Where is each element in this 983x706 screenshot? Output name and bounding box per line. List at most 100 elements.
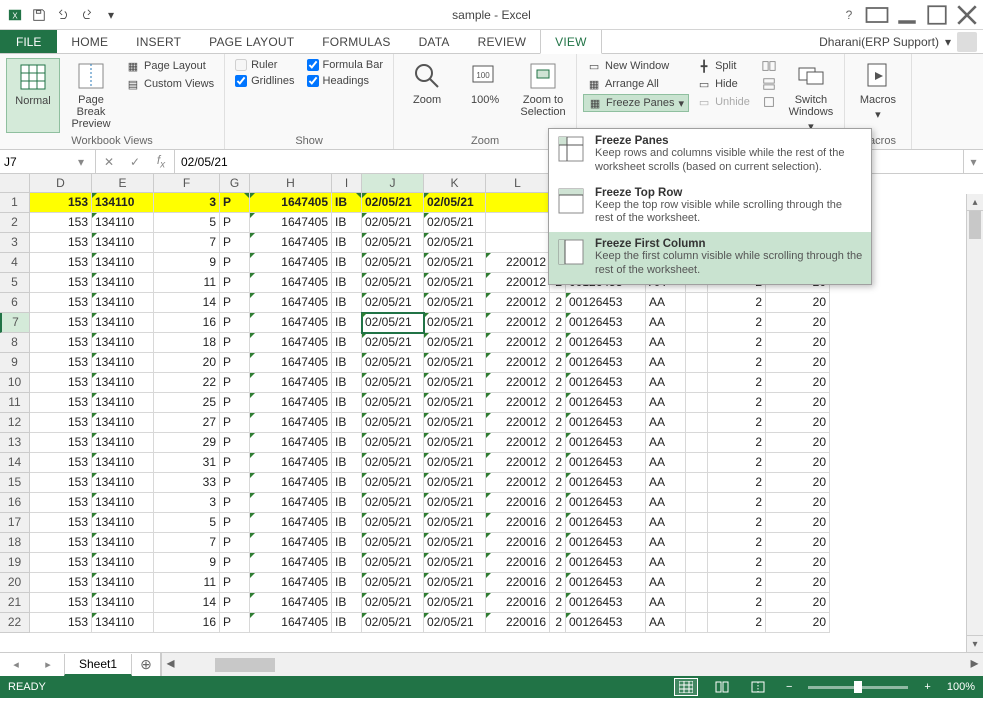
cell[interactable]: 02/05/21: [362, 493, 424, 513]
cell[interactable]: 20: [766, 373, 830, 393]
qat-customize-icon[interactable]: ▾: [100, 4, 122, 26]
cell[interactable]: AA: [646, 413, 686, 433]
zoom-out-icon[interactable]: −: [782, 681, 796, 693]
sheet-nav-prev-icon[interactable]: ◂: [0, 658, 32, 671]
name-box-input[interactable]: [0, 155, 72, 169]
tab-page-layout[interactable]: PAGE LAYOUT: [195, 30, 308, 53]
cell[interactable]: 153: [30, 433, 92, 453]
cell[interactable]: 220012: [486, 273, 550, 293]
cell[interactable]: 02/05/21: [424, 553, 486, 573]
excel-icon[interactable]: X: [4, 4, 26, 26]
cell[interactable]: 02/05/21: [362, 393, 424, 413]
cell[interactable]: 20: [766, 353, 830, 373]
cell[interactable]: [686, 473, 708, 493]
row-header[interactable]: 14: [0, 453, 30, 473]
cell[interactable]: IB: [332, 413, 362, 433]
cell[interactable]: 00126453: [566, 293, 646, 313]
cell[interactable]: 134110: [92, 513, 154, 533]
cell[interactable]: 220012: [486, 393, 550, 413]
cell[interactable]: IB: [332, 433, 362, 453]
tab-view[interactable]: VIEW: [540, 30, 601, 54]
cell[interactable]: 153: [30, 313, 92, 333]
cell[interactable]: 220012: [486, 353, 550, 373]
cell[interactable]: 22: [154, 373, 220, 393]
cell[interactable]: 2: [550, 373, 566, 393]
cell[interactable]: 220016: [486, 493, 550, 513]
cell[interactable]: 153: [30, 453, 92, 473]
cell[interactable]: 2: [550, 533, 566, 553]
cell[interactable]: 153: [30, 293, 92, 313]
cell[interactable]: 153: [30, 553, 92, 573]
cell[interactable]: 02/05/21: [424, 373, 486, 393]
cell[interactable]: 2: [708, 333, 766, 353]
cell[interactable]: 220016: [486, 573, 550, 593]
cell[interactable]: 2: [550, 333, 566, 353]
cell[interactable]: 2: [708, 393, 766, 413]
cell[interactable]: 1647405: [250, 413, 332, 433]
cell[interactable]: AA: [646, 553, 686, 573]
cell[interactable]: 2: [550, 613, 566, 633]
cell[interactable]: 02/05/21: [362, 593, 424, 613]
cell[interactable]: 220016: [486, 513, 550, 533]
cell[interactable]: 134110: [92, 593, 154, 613]
cell[interactable]: P: [220, 493, 250, 513]
cell[interactable]: 134110: [92, 313, 154, 333]
cell[interactable]: [686, 553, 708, 573]
cell[interactable]: 02/05/21: [424, 573, 486, 593]
cell[interactable]: 20: [766, 413, 830, 433]
column-header[interactable]: J: [362, 174, 424, 193]
cell[interactable]: P: [220, 613, 250, 633]
fx-icon[interactable]: fx: [148, 153, 174, 170]
add-sheet-icon[interactable]: ⊕: [132, 656, 160, 673]
cell[interactable]: 134110: [92, 473, 154, 493]
cell[interactable]: 2: [708, 473, 766, 493]
cell[interactable]: 1647405: [250, 613, 332, 633]
cell[interactable]: 9: [154, 553, 220, 573]
cell[interactable]: 02/05/21: [362, 233, 424, 253]
cell[interactable]: 2: [708, 533, 766, 553]
cell[interactable]: 20: [766, 593, 830, 613]
cell[interactable]: 02/05/21: [362, 613, 424, 633]
cell[interactable]: 00126453: [566, 353, 646, 373]
headings-checkbox[interactable]: Headings: [303, 74, 388, 88]
cell[interactable]: 00126453: [566, 393, 646, 413]
user-area[interactable]: Dharani(ERP Support) ▾: [819, 30, 983, 53]
cell[interactable]: 02/05/21: [424, 313, 486, 333]
cell[interactable]: 02/05/21: [362, 293, 424, 313]
cell[interactable]: 27: [154, 413, 220, 433]
name-box-dropdown-icon[interactable]: ▾: [72, 155, 90, 169]
cell[interactable]: 02/05/21: [362, 213, 424, 233]
maximize-icon[interactable]: [923, 4, 951, 26]
row-header[interactable]: 19: [0, 553, 30, 573]
cell[interactable]: 134110: [92, 573, 154, 593]
cell[interactable]: [686, 493, 708, 513]
cell[interactable]: 220012: [486, 253, 550, 273]
cell[interactable]: 220012: [486, 333, 550, 353]
cell[interactable]: 5: [154, 213, 220, 233]
cell[interactable]: 00126453: [566, 573, 646, 593]
cell[interactable]: 02/05/21: [424, 433, 486, 453]
tab-insert[interactable]: INSERT: [122, 30, 195, 53]
cell[interactable]: IB: [332, 193, 362, 213]
cell[interactable]: P: [220, 533, 250, 553]
cell[interactable]: IB: [332, 533, 362, 553]
cell[interactable]: [486, 213, 550, 233]
cell[interactable]: 00126453: [566, 473, 646, 493]
cell[interactable]: 134110: [92, 493, 154, 513]
switch-windows-button[interactable]: Switch Windows▾: [784, 58, 838, 135]
tab-file[interactable]: FILE: [0, 30, 57, 53]
cell[interactable]: P: [220, 433, 250, 453]
cell[interactable]: [686, 373, 708, 393]
row-header[interactable]: 18: [0, 533, 30, 553]
scroll-down-icon[interactable]: ▾: [967, 635, 983, 652]
cell[interactable]: 02/05/21: [362, 373, 424, 393]
cell[interactable]: 02/05/21: [424, 493, 486, 513]
cell[interactable]: 02/05/21: [424, 233, 486, 253]
cell[interactable]: P: [220, 593, 250, 613]
cell[interactable]: 20: [766, 513, 830, 533]
cell[interactable]: 2: [550, 393, 566, 413]
cell[interactable]: 220012: [486, 313, 550, 333]
horizontal-scrollbar[interactable]: ◂ ▸: [161, 653, 983, 676]
new-window-button[interactable]: ▭New Window: [583, 58, 689, 74]
cell[interactable]: 153: [30, 273, 92, 293]
